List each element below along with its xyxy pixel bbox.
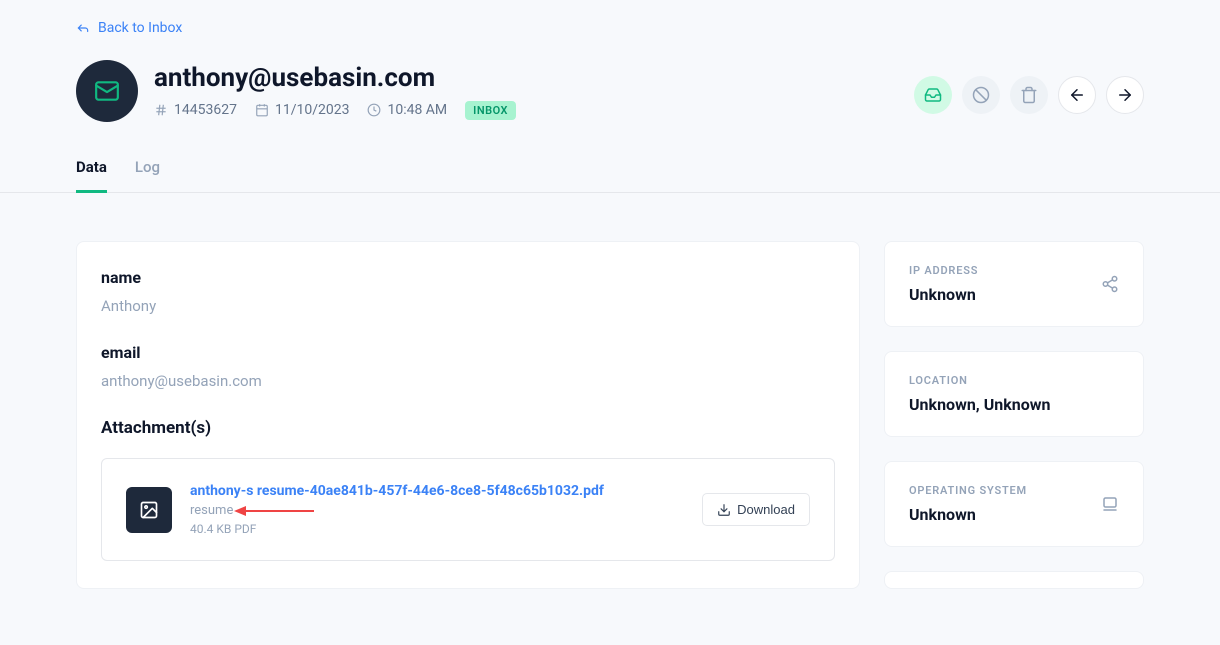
meta-row: 14453627 11/10/2023 10:48 AM INBOX <box>154 101 516 120</box>
avatar <box>76 60 138 122</box>
extra-card <box>884 571 1144 589</box>
inbox-icon <box>924 86 942 104</box>
os-label: OPERATING SYSTEM <box>909 484 1027 497</box>
attachment-meta: 40.4 KB PDF <box>190 522 684 536</box>
tab-data[interactable]: Data <box>76 158 107 192</box>
delete-action-button[interactable] <box>1010 76 1048 114</box>
arrow-left-icon <box>1068 86 1086 104</box>
hash-icon <box>154 103 168 117</box>
field-name-label: name <box>101 268 835 287</box>
attachment-field-name: resume <box>190 503 684 518</box>
monitor-icon <box>1101 495 1119 513</box>
prev-button[interactable] <box>1058 76 1096 114</box>
trash-icon <box>1020 86 1038 104</box>
next-button[interactable] <box>1106 76 1144 114</box>
ip-address-card: IP ADDRESS Unknown <box>884 241 1144 327</box>
os-card: OPERATING SYSTEM Unknown <box>884 461 1144 547</box>
attachment-card: anthony-s resume-40ae841b-457f-44e6-8ce8… <box>101 458 835 561</box>
tab-log[interactable]: Log <box>135 158 160 192</box>
clock-icon <box>367 103 381 117</box>
page-title: anthony@usebasin.com <box>154 63 516 93</box>
image-icon <box>139 500 159 520</box>
attachments-title: Attachment(s) <box>101 418 835 438</box>
os-value: Unknown <box>909 505 1027 524</box>
download-icon <box>717 503 731 517</box>
submission-id: 14453627 <box>154 102 237 118</box>
mail-icon <box>94 78 120 104</box>
reply-icon <box>76 21 90 35</box>
submission-time: 10:48 AM <box>367 102 447 118</box>
ip-value: Unknown <box>909 285 978 304</box>
main-panel: name Anthony email anthony@usebasin.com … <box>76 241 860 589</box>
block-action-button[interactable] <box>962 76 1000 114</box>
field-email-value: anthony@usebasin.com <box>101 372 835 390</box>
download-button[interactable]: Download <box>702 493 810 526</box>
location-label: LOCATION <box>909 374 1050 387</box>
location-value: Unknown, Unknown <box>909 395 1050 414</box>
attachment-thumb <box>126 487 172 533</box>
annotation-arrow-icon <box>234 504 314 518</box>
arrow-right-icon <box>1116 86 1134 104</box>
location-card: LOCATION Unknown, Unknown <box>884 351 1144 437</box>
field-email-label: email <box>101 343 835 362</box>
share-icon <box>1101 275 1119 293</box>
back-to-inbox-link[interactable]: Back to Inbox <box>76 20 182 36</box>
calendar-icon <box>255 103 269 117</box>
attachment-filename-link[interactable]: anthony-s resume-40ae841b-457f-44e6-8ce8… <box>190 483 684 499</box>
inbox-action-button[interactable] <box>914 76 952 114</box>
block-icon <box>972 86 990 104</box>
status-badge: INBOX <box>465 101 516 120</box>
submission-date: 11/10/2023 <box>255 102 350 118</box>
field-name-value: Anthony <box>101 297 835 315</box>
ip-label: IP ADDRESS <box>909 264 978 277</box>
back-link-label: Back to Inbox <box>98 20 182 36</box>
